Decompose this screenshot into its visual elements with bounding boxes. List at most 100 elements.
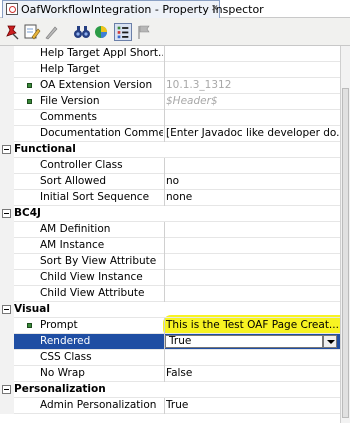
row-gutter <box>0 286 14 302</box>
property-name: No Wrap <box>40 367 85 379</box>
row-gutter <box>0 318 14 334</box>
scrollbar-thumb[interactable] <box>342 88 349 418</box>
property-row[interactable]: OA Extension Version 10.1.3_1312 <box>0 78 340 94</box>
category-label: Personalization <box>14 383 106 395</box>
property-row[interactable]: Admin Personalization True <box>0 398 340 414</box>
layers-icon[interactable] <box>93 23 111 41</box>
property-value[interactable]: $Header$ <box>166 95 339 107</box>
property-row[interactable]: No Wrap False <box>0 366 340 382</box>
property-value-select[interactable]: True <box>165 335 323 348</box>
property-name: AM Definition <box>40 223 111 235</box>
column-divider <box>164 286 165 302</box>
property-name: Controller Class <box>40 159 123 171</box>
property-row[interactable]: Child View Instance <box>0 270 340 286</box>
row-gutter <box>0 350 14 366</box>
property-row[interactable]: File Version $Header$ <box>0 94 340 110</box>
property-row[interactable]: Sort Allowed no <box>0 174 340 190</box>
row-gutter <box>0 254 14 270</box>
property-row[interactable]: Prompt This is the Test OAF Page Creat... <box>0 318 340 334</box>
property-name: CSS Class <box>40 351 92 363</box>
column-divider <box>164 174 165 190</box>
column-divider <box>164 254 165 270</box>
property-name: Initial Sort Sequence <box>40 191 150 203</box>
property-row[interactable]: Documentation Comment [Enter Javadoc like… <box>0 126 340 142</box>
property-name: Comments <box>40 111 97 123</box>
modified-marker-icon <box>27 323 32 328</box>
property-value[interactable]: [Enter Javadoc like developer do... <box>166 127 339 139</box>
column-divider <box>164 158 165 174</box>
column-divider <box>164 350 165 366</box>
property-row[interactable]: Help Target <box>0 62 340 78</box>
column-divider <box>164 238 165 254</box>
property-inspector-icon <box>6 3 18 15</box>
property-row[interactable]: Controller Class <box>0 158 340 174</box>
property-name: Prompt <box>40 319 78 331</box>
property-value[interactable]: False <box>166 367 339 379</box>
property-row[interactable]: AM Instance <box>0 238 340 254</box>
property-value[interactable]: no <box>166 175 339 187</box>
modified-marker-icon <box>27 99 32 104</box>
collapse-icon[interactable] <box>2 145 11 154</box>
window-title: OafWorkflowIntegration - Property Inspec… <box>21 3 264 16</box>
property-name: Help Target <box>40 63 100 75</box>
row-gutter <box>0 398 14 414</box>
dropdown-arrow-icon[interactable] <box>323 335 337 348</box>
category-personalization[interactable]: Personalization <box>0 382 340 398</box>
collapse-icon[interactable] <box>2 385 11 394</box>
row-gutter <box>0 126 14 142</box>
property-name: OA Extension Version <box>40 79 153 91</box>
flag-icon[interactable] <box>135 23 153 41</box>
pencil-icon[interactable] <box>42 23 60 41</box>
column-divider <box>164 222 165 238</box>
property-value[interactable]: none <box>166 191 339 203</box>
categorize-icon[interactable] <box>114 23 132 41</box>
property-row[interactable]: Sort By View Attribute <box>0 254 340 270</box>
window-tab[interactable]: OafWorkflowIntegration - Property Inspec… <box>2 0 264 18</box>
collapse-icon[interactable] <box>2 305 11 314</box>
category-label: Visual <box>14 303 50 315</box>
binoculars-icon[interactable] <box>73 23 91 41</box>
column-divider <box>164 78 165 94</box>
property-row[interactable]: AM Definition <box>0 222 340 238</box>
title-bar: OafWorkflowIntegration - Property Inspec… <box>0 0 350 18</box>
property-name: Child View Attribute <box>40 287 145 299</box>
row-gutter <box>0 62 14 78</box>
property-name: Sort Allowed <box>40 175 107 187</box>
row-gutter <box>0 366 14 382</box>
property-name: AM Instance <box>40 239 105 251</box>
column-divider <box>164 62 165 78</box>
row-gutter <box>0 334 14 350</box>
column-divider <box>164 398 165 414</box>
property-name: Help Target Appl Short... <box>40 47 163 59</box>
row-gutter <box>0 270 14 286</box>
property-name: File Version <box>40 95 100 107</box>
pin-icon[interactable] <box>4 23 22 41</box>
row-gutter <box>0 46 14 62</box>
row-gutter <box>0 94 14 110</box>
row-gutter <box>0 190 14 206</box>
property-value[interactable]: True <box>166 399 339 411</box>
category-visual[interactable]: Visual <box>0 302 340 318</box>
modified-marker-icon <box>27 83 32 88</box>
edit-icon[interactable] <box>23 23 41 41</box>
category-label: Functional <box>14 143 76 155</box>
property-row[interactable]: CSS Class <box>0 350 340 366</box>
property-name: Sort By View Attribute <box>40 255 157 267</box>
row-gutter <box>0 174 14 190</box>
category-functional[interactable]: Functional <box>0 142 340 158</box>
property-row[interactable]: Initial Sort Sequence none <box>0 190 340 206</box>
property-value[interactable]: This is the Test OAF Page Creat... <box>166 319 339 331</box>
property-name: Rendered <box>40 335 91 347</box>
property-row[interactable]: Child View Attribute <box>0 286 340 302</box>
category-bc4j[interactable]: BC4J <box>0 206 340 222</box>
vertical-scrollbar[interactable] <box>340 46 350 423</box>
property-row[interactable]: Comments <box>0 110 340 126</box>
property-row[interactable]: Help Target Appl Short... <box>0 46 340 62</box>
collapse-icon[interactable] <box>2 209 11 218</box>
toolbar <box>0 18 350 46</box>
property-value[interactable]: 10.1.3_1312 <box>166 79 339 91</box>
close-icon[interactable]: ✕ <box>211 4 219 14</box>
property-row[interactable]: Rendered True <box>0 334 340 350</box>
column-divider <box>164 318 165 334</box>
column-divider <box>164 126 165 142</box>
